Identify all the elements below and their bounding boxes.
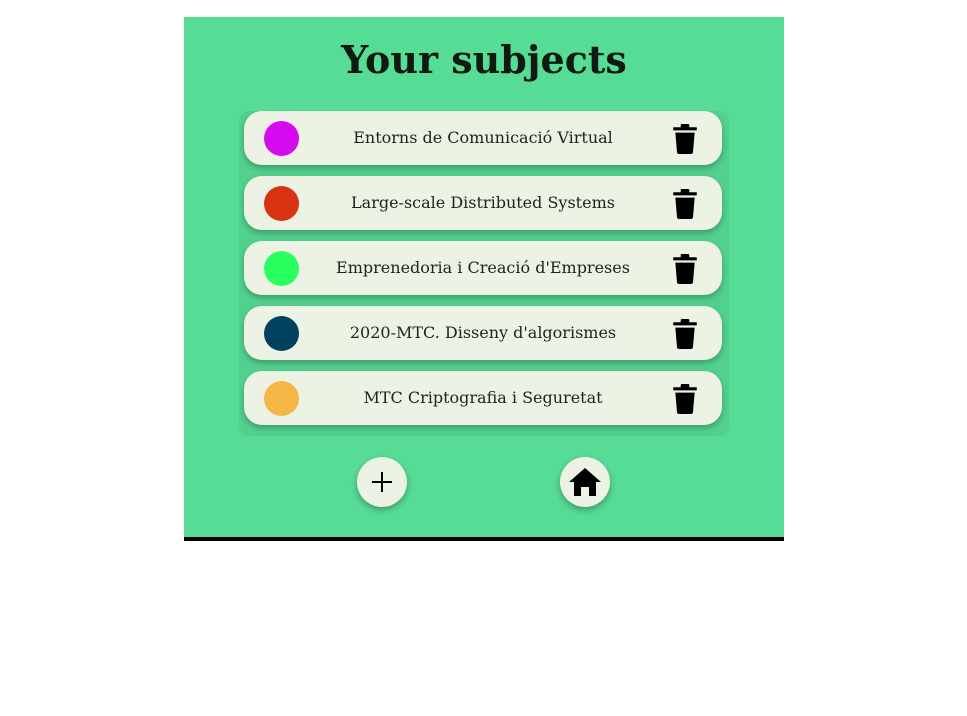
subject-name: Entorns de Comunicació Virtual <box>353 128 613 147</box>
subject-list: Entorns de Comunicació Virtual Large-sca… <box>239 111 729 436</box>
home-icon <box>569 468 601 496</box>
subject-item[interactable]: Large-scale Distributed Systems <box>244 176 722 230</box>
add-subject-button[interactable] <box>357 457 407 507</box>
subject-name: MTC Criptografia i Seguretat <box>363 388 603 407</box>
trash-icon[interactable] <box>672 384 698 414</box>
subject-color-dot <box>264 251 299 286</box>
subject-name: Emprenedoria i Creació d'Empreses <box>336 258 630 277</box>
trash-icon[interactable] <box>672 124 698 154</box>
home-button[interactable] <box>560 457 610 507</box>
trash-icon[interactable] <box>672 254 698 284</box>
trash-icon[interactable] <box>672 189 698 219</box>
subject-name: 2020-MTC. Disseny d'algorismes <box>349 323 617 342</box>
subject-color-dot <box>264 186 299 221</box>
subject-color-dot <box>264 381 299 416</box>
subject-item[interactable]: Emprenedoria i Creació d'Empreses <box>244 241 722 295</box>
subject-item[interactable]: Entorns de Comunicació Virtual <box>244 111 722 165</box>
subject-color-dot <box>264 316 299 351</box>
subjects-panel: Your subjects Entorns de Comunicació Vir… <box>184 17 784 541</box>
subject-item[interactable]: 2020-MTC. Disseny d'algorismes <box>244 306 722 360</box>
trash-icon[interactable] <box>672 319 698 349</box>
plus-icon <box>372 472 392 492</box>
subject-color-dot <box>264 121 299 156</box>
subject-item[interactable]: MTC Criptografia i Seguretat <box>244 371 722 425</box>
subject-name: Large-scale Distributed Systems <box>351 193 615 212</box>
page-title: Your subjects <box>341 37 627 82</box>
